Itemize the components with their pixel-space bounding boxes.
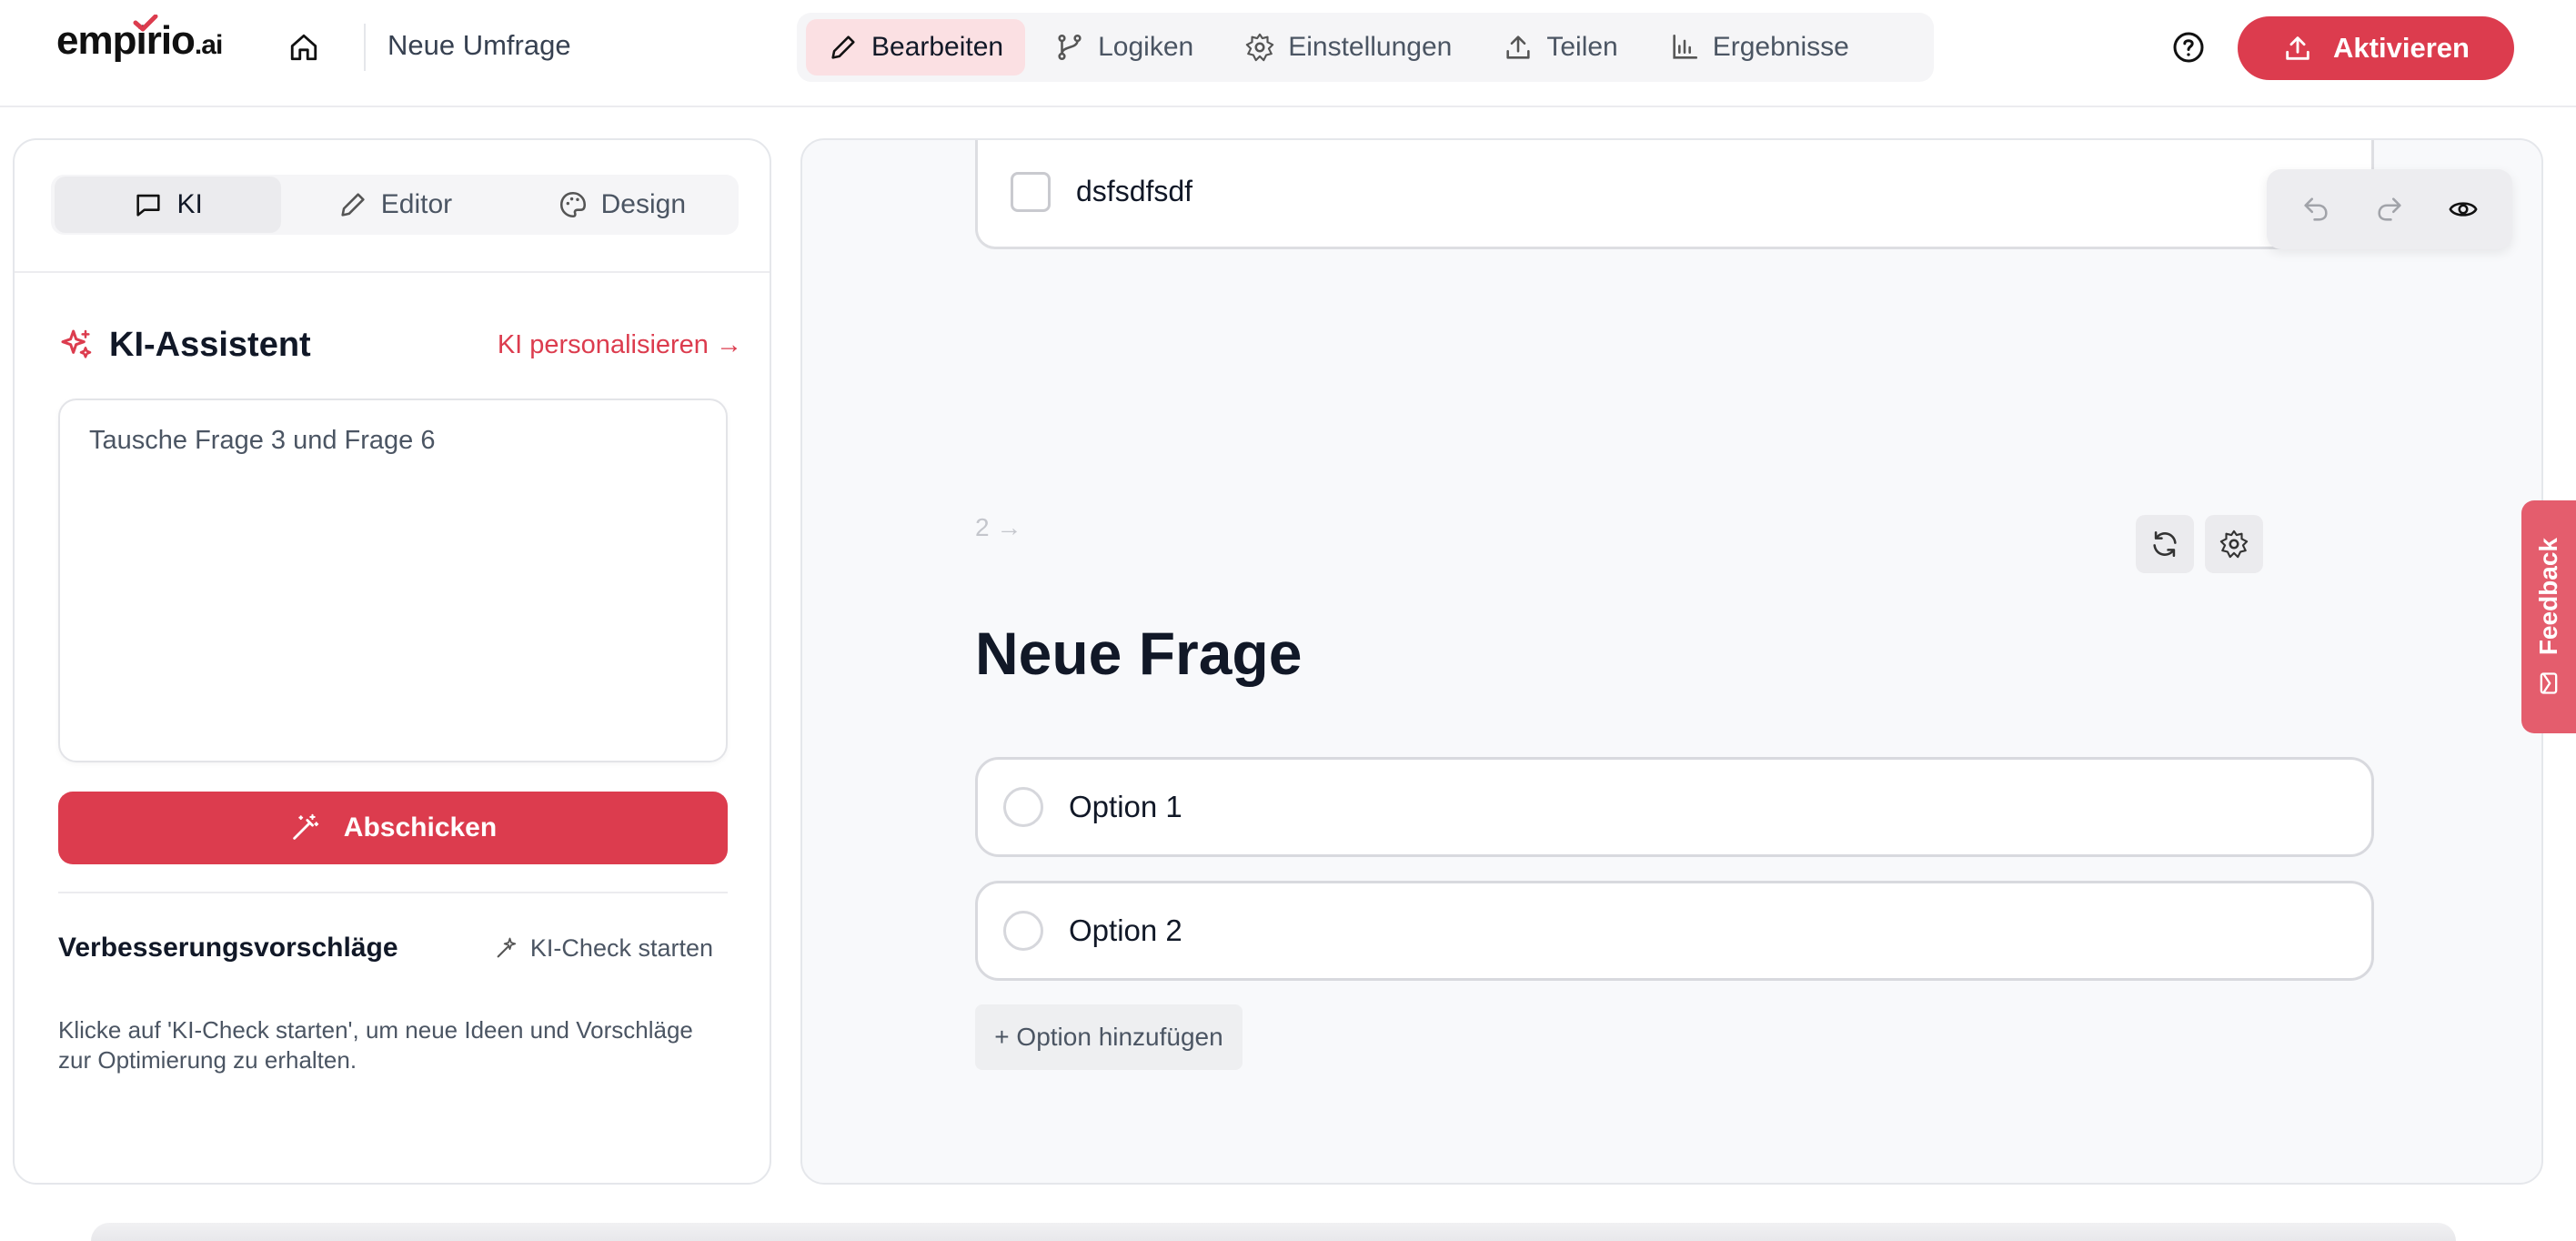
- refresh-icon: [2153, 530, 2177, 558]
- suggestions-hint: Klicke auf 'KI-Check starten', um neue I…: [58, 1016, 693, 1074]
- personalize-ai-link[interactable]: KI personalisieren →: [498, 330, 742, 360]
- ai-check-button[interactable]: KI-Check starten: [494, 934, 713, 963]
- eye-icon[interactable]: [2448, 194, 2479, 225]
- side-panel-tabs: KI Editor Design: [51, 175, 739, 235]
- mail-icon: [2540, 671, 2558, 694]
- undo-icon[interactable]: [2300, 194, 2331, 225]
- panel-divider: [58, 892, 728, 893]
- sparkles-wand-icon: [497, 937, 517, 958]
- option-text: Option 1: [1069, 790, 1182, 823]
- ai-prompt-input[interactable]: Tausche Frage 3 und Frage 6: [58, 399, 728, 762]
- pencil-icon: [341, 193, 365, 217]
- survey-canvas: dsfsdfsdf 2 → Neue Frage Option 1 Option…: [800, 138, 2543, 1185]
- option-radio[interactable]: [1003, 911, 1043, 951]
- nav-tab-label: Logiken: [1098, 32, 1194, 62]
- option-text: dsfsdfsdf: [1076, 175, 1193, 207]
- tab-label: KI: [176, 189, 203, 219]
- question-title[interactable]: Neue Frage: [975, 619, 1302, 688]
- tab-label: Design: [600, 189, 687, 219]
- activate-label: Aktivieren: [2333, 32, 2470, 64]
- tab-design[interactable]: Design: [508, 177, 735, 233]
- bottom-edge: [91, 1223, 2456, 1241]
- pencil-icon: [831, 35, 855, 59]
- main-nav: Bearbeiten Logiken Einstellungen Teilen …: [797, 13, 1934, 82]
- refresh-question-button[interactable]: [2136, 515, 2194, 573]
- answer-option-1[interactable]: Option 1: [975, 757, 2374, 857]
- nav-tab-logiken[interactable]: Logiken: [1032, 19, 1215, 76]
- question-number: 2 →: [975, 513, 1022, 541]
- nav-tab-teilen[interactable]: Teilen: [1481, 19, 1639, 76]
- ai-check-label: KI-Check starten: [529, 933, 713, 962]
- option-text: Option 2: [1069, 913, 1182, 947]
- logo-text: empirio: [56, 18, 196, 63]
- home-icon: [290, 34, 317, 61]
- submit-button[interactable]: Abschicken: [58, 792, 728, 864]
- nav-tab-ergebnisse[interactable]: Ergebnisse: [1647, 19, 1871, 76]
- nav-tab-label: Bearbeiten: [871, 32, 1004, 62]
- add-option-button[interactable]: + Option hinzufügen: [975, 1004, 1243, 1070]
- redo-icon[interactable]: [2374, 194, 2405, 225]
- nav-tab-einstellungen[interactable]: Einstellungen: [1223, 19, 1474, 76]
- option-checkbox[interactable]: [1011, 171, 1051, 212]
- tab-editor[interactable]: Editor: [281, 177, 508, 233]
- nav-tab-bearbeiten[interactable]: Bearbeiten: [806, 19, 1026, 76]
- option-radio[interactable]: [1003, 787, 1043, 827]
- question-settings-button[interactable]: [2205, 515, 2263, 573]
- suggestions-title: Verbesserungsvorschläge: [58, 933, 398, 963]
- header-divider: [364, 24, 366, 71]
- home-button[interactable]: [284, 27, 324, 67]
- empirio-logo[interactable]: empirio.ai: [56, 15, 223, 73]
- gear-icon: [1245, 33, 1274, 62]
- ai-assistant-title: KI-Assistent: [109, 325, 311, 364]
- nav-tab-label: Einstellungen: [1288, 32, 1453, 62]
- answer-option-2[interactable]: Option 2: [975, 881, 2374, 981]
- tab-label: Editor: [380, 189, 453, 219]
- check-mark-icon: [133, 15, 158, 32]
- submit-label: Abschicken: [343, 812, 498, 842]
- ai-assistant-header: KI-Assistent KI personalisieren →: [58, 320, 742, 369]
- branch-icon: [1058, 34, 1082, 61]
- top-header: empirio.ai Neue Umfrage Bearbeiten Logik…: [0, 0, 2576, 107]
- feedback-label: Feedback: [2534, 538, 2562, 656]
- panel-divider: [15, 271, 770, 273]
- activate-button[interactable]: Aktivieren: [2238, 16, 2514, 80]
- gear-icon: [2219, 530, 2249, 559]
- tab-ki[interactable]: KI: [55, 177, 282, 233]
- help-icon: [2173, 32, 2204, 63]
- sparkles-icon: [61, 329, 92, 358]
- survey-title[interactable]: Neue Umfrage: [387, 29, 571, 62]
- nav-tab-label: Teilen: [1546, 32, 1618, 62]
- magic-wand-icon: [293, 813, 319, 840]
- chat-icon: [136, 194, 161, 217]
- previous-question-option[interactable]: dsfsdfsdf: [975, 140, 2374, 249]
- upload-icon: [2286, 36, 2309, 60]
- canvas-toolbar: [2267, 169, 2512, 249]
- bar-chart-icon: [1673, 34, 1697, 59]
- feedback-tab[interactable]: Feedback: [2521, 500, 2576, 733]
- suggestions-header: Verbesserungsvorschläge KI-Check starten: [58, 928, 728, 968]
- nav-tab-label: Ergebnisse: [1712, 32, 1849, 62]
- palette-icon: [559, 191, 586, 218]
- logo-suffix: .ai: [194, 30, 223, 60]
- help-button[interactable]: [2170, 29, 2207, 66]
- ai-side-panel: KI Editor Design KI-Assistent KI persona…: [13, 138, 771, 1185]
- upload-icon: [1506, 35, 1530, 59]
